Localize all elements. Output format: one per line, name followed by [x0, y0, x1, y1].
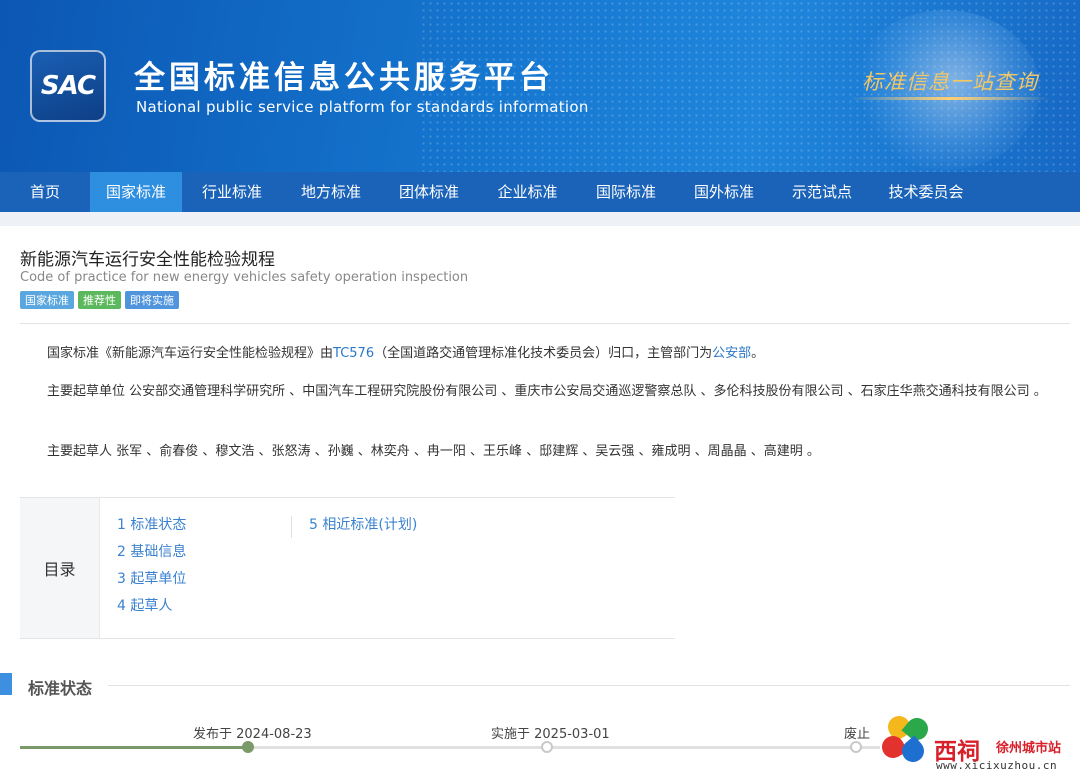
toc-column-1: 1 标准状态 2 基础信息 3 起草单位 4 起草人: [117, 514, 186, 622]
tag-recommended: 推荐性: [78, 291, 121, 309]
standard-tags: 国家标准 推荐性 即将实施: [20, 291, 179, 309]
section-title-status: 标准状态: [28, 679, 93, 698]
nav-pilot-demo[interactable]: 示范试点: [773, 172, 871, 212]
watermark-city: 徐州城市站: [996, 741, 1062, 756]
separator-band: [0, 212, 1080, 226]
nav-international-standards[interactable]: 国际标准: [577, 172, 675, 212]
site-subtitle: National public service platform for sta…: [136, 98, 589, 116]
nav-local-standards[interactable]: 地方标准: [282, 172, 380, 212]
table-of-contents: 目录 1 标准状态 2 基础信息 3 起草单位 4 起草人 5 相近标准(计划): [20, 497, 675, 639]
timeline-dot-effective: [541, 741, 553, 753]
main-nav: 首页 国家标准 行业标准 地方标准 团体标准 企业标准 国际标准 国外标准 示范…: [0, 172, 1080, 212]
toc-item-similar-standards[interactable]: 5 相近标准(计划): [309, 514, 417, 541]
toc-item-basic-info[interactable]: 2 基础信息: [117, 541, 186, 568]
slogan: 标准信息一站查询: [862, 70, 1038, 94]
drafting-units: 主要起草单位 公安部交通管理科学研究所 、中国汽车工程研究院股份有限公司 、重庆…: [47, 384, 1047, 399]
intro-paragraph: 国家标准《新能源汽车运行安全性能检验规程》由TC576（全国道路交通管理标准化技…: [47, 346, 765, 361]
timeline-label-published: 发布于 2024-08-23: [193, 727, 312, 742]
section-divider: [108, 685, 1070, 686]
nav-national-standards[interactable]: 国家标准: [90, 172, 182, 212]
site-header: SAC 全国标准信息公共服务平台 National public service…: [0, 0, 1080, 172]
toc-item-drafters[interactable]: 4 起草人: [117, 595, 186, 622]
nav-home[interactable]: 首页: [0, 172, 90, 212]
timeline-dot-abolished: [850, 741, 862, 753]
watermark: 西祠 徐州城市站 www.xicixuzhou.cn: [877, 711, 1078, 772]
timeline-label-effective: 实施于 2025-03-01: [491, 727, 610, 742]
nav-industry-standards[interactable]: 行业标准: [182, 172, 282, 212]
nav-group-standards[interactable]: 团体标准: [380, 172, 478, 212]
drafters: 主要起草人 张军 、俞春俊 、穆文浩 、张怒涛 、孙巍 、林奕舟 、冉一阳 、王…: [47, 444, 820, 459]
section-marker: [0, 673, 12, 695]
toc-label: 目录: [20, 498, 100, 638]
nav-enterprise-standards[interactable]: 企业标准: [478, 172, 577, 212]
tag-upcoming: 即将实施: [125, 291, 179, 309]
timeline-dot-published: [242, 741, 254, 753]
watermark-url: www.xicixuzhou.cn: [936, 759, 1058, 772]
toc-column-2: 5 相近标准(计划): [309, 514, 417, 541]
nav-tech-committees[interactable]: 技术委员会: [871, 172, 981, 212]
toc-divider: [291, 516, 292, 538]
site-title: 全国标准信息公共服务平台: [134, 60, 554, 96]
timeline-label-abolished: 废止: [844, 727, 871, 742]
divider: [20, 323, 1070, 324]
toc-item-drafting-units[interactable]: 3 起草单位: [117, 568, 186, 595]
dept-link[interactable]: 公安部: [712, 346, 751, 361]
timeline-progress: [20, 746, 248, 749]
slogan-underline: [850, 97, 1050, 100]
tag-national: 国家标准: [20, 291, 74, 309]
tc-link[interactable]: TC576: [333, 346, 374, 361]
toc-item-status[interactable]: 1 标准状态: [117, 514, 186, 541]
nav-foreign-standards[interactable]: 国外标准: [675, 172, 773, 212]
standard-title: 新能源汽车运行安全性能检验规程: [20, 250, 275, 270]
sac-logo[interactable]: SAC: [30, 50, 106, 122]
standard-title-en: Code of practice for new energy vehicles…: [20, 270, 469, 285]
